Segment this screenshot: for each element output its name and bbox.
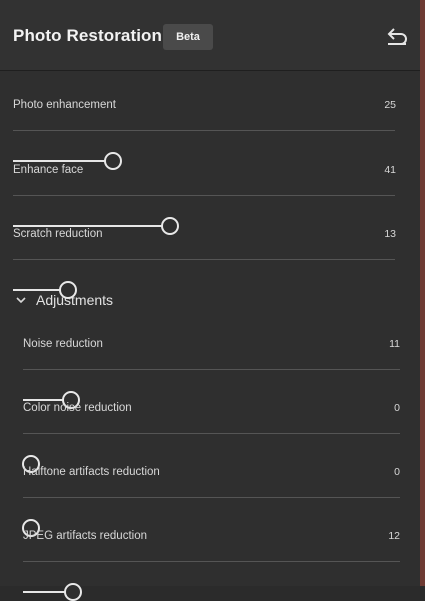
slider-label: Photo enhancement bbox=[13, 99, 116, 111]
slider-color-noise-reduction: Color noise reduction 0 bbox=[0, 402, 420, 473]
slider-label: Enhance face bbox=[13, 164, 84, 176]
slider-value: 13 bbox=[384, 228, 396, 240]
slider-value: 12 bbox=[388, 530, 400, 542]
reset-button[interactable] bbox=[384, 25, 410, 47]
slider-track[interactable] bbox=[22, 433, 400, 473]
panel-edge bbox=[420, 0, 425, 586]
slider-track[interactable] bbox=[13, 259, 395, 299]
slider-scratch-reduction: Scratch reduction 13 bbox=[0, 228, 420, 299]
slider-value: 0 bbox=[394, 402, 400, 414]
slider-track[interactable] bbox=[23, 561, 400, 601]
slider-label: Scratch reduction bbox=[13, 228, 103, 240]
slider-label: Noise reduction bbox=[23, 338, 103, 350]
slider-jpeg-artifacts-reduction: JPEG artifacts reduction 12 bbox=[0, 530, 420, 601]
panel-header: Photo Restoration Beta bbox=[0, 0, 420, 71]
chevron-down-icon bbox=[16, 297, 26, 304]
slider-value: 11 bbox=[389, 338, 400, 350]
slider-track[interactable] bbox=[13, 130, 395, 170]
slider-value: 41 bbox=[384, 164, 396, 176]
slider-label: JPEG artifacts reduction bbox=[23, 530, 147, 542]
undo-icon bbox=[387, 28, 407, 45]
adjustments-label: Adjustments bbox=[36, 292, 114, 308]
slider-track[interactable] bbox=[22, 497, 400, 537]
slider-label: Color noise reduction bbox=[23, 402, 132, 414]
slider-noise-reduction: Noise reduction 11 bbox=[0, 338, 420, 409]
slider-fill bbox=[13, 225, 170, 227]
slider-halftone-artifacts-reduction: Halftone artifacts reduction 0 bbox=[0, 466, 420, 537]
beta-badge: Beta bbox=[163, 24, 213, 50]
slider-track[interactable] bbox=[23, 369, 400, 409]
slider-label: Halftone artifacts reduction bbox=[23, 466, 160, 478]
panel-title: Photo Restoration bbox=[13, 26, 163, 45]
slider-value: 25 bbox=[384, 99, 396, 111]
slider-enhance-face: Enhance face 41 bbox=[0, 164, 420, 235]
slider-value: 0 bbox=[394, 466, 400, 478]
slider-track[interactable] bbox=[13, 195, 395, 235]
photo-restoration-panel: Photo Restoration Beta Photo enhancement… bbox=[0, 0, 420, 601]
slider-photo-enhancement: Photo enhancement 25 bbox=[0, 99, 420, 170]
slider-fill bbox=[13, 160, 113, 162]
